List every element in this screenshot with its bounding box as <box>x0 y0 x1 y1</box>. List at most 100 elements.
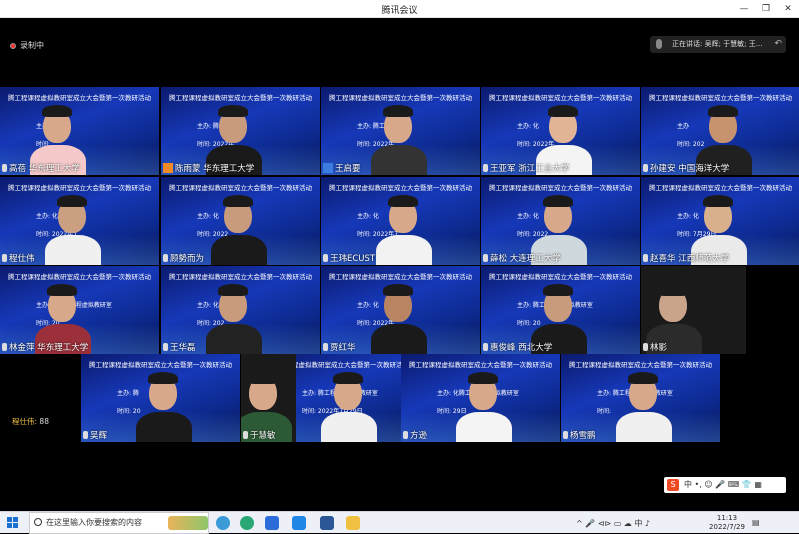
participant-name: 贾红华 <box>323 341 356 353</box>
maximize-button[interactable]: ❐ <box>755 0 777 18</box>
video-tile[interactable]: 腾工程课程虚拟教研室成立大会暨第一次教研活动主办: 腾工程课程虚拟教研室时间: … <box>481 266 640 354</box>
participant-name-text: 惠俊峰 西北大学 <box>490 343 553 353</box>
tile-sub1: 主办: 腾 <box>117 390 139 397</box>
tile-sub2: 时间: <box>597 408 612 415</box>
recording-label: 录制中 <box>20 41 44 50</box>
participant-name-text: 赵喜华 江西师范大学 <box>650 254 730 264</box>
tile-sub1: 主办: 化 <box>517 213 539 220</box>
tile-sub1: 主办: 化 <box>36 213 58 220</box>
video-tile[interactable]: 腾工程课程虚拟教研室成立大会暨第一次教研活动主办: 时间:高蓓 华东理工大学 <box>0 87 159 175</box>
wechat-icon[interactable] <box>240 516 254 530</box>
microphone-icon <box>483 254 488 262</box>
windows-start-icon[interactable] <box>7 517 19 529</box>
participant-name: 高蓓 华东理工大学 <box>2 162 80 174</box>
tile-banner: 腾工程课程虚拟教研室成立大会暨第一次教研活动 <box>489 94 632 102</box>
recording-indicator[interactable]: 录制中 <box>10 40 44 51</box>
video-tile[interactable]: 腾工程课程虚拟教研室成立大会暨第一次教研活动 主办: 化时间: 7月29日 赵喜华 … <box>641 177 799 265</box>
notification-icon[interactable]: ▤ <box>752 518 760 527</box>
edge-browser-icon[interactable] <box>216 516 230 530</box>
video-tile[interactable]: 腾工程课程虚拟教研室成立大会暨第一次教研活动 主办: 腾工程 时间: 2022年 王启… <box>321 87 480 175</box>
participant-name-text: 林金萍 华东理工大学 <box>9 343 89 353</box>
minimize-button[interactable]: — <box>733 0 755 18</box>
search-icon <box>34 518 42 526</box>
microphone-icon <box>243 431 248 439</box>
video-tile[interactable]: 腾工程课程虚拟教研室成立大会暨第一次教研活动主办: 腾工程课程虚拟教研室时间:杨… <box>561 354 720 442</box>
avatar-icon <box>163 163 173 173</box>
video-tile[interactable]: 腾工程课程虚拟教研室成立大会暨第一次教研活动 主办: 化时间: 2022 薛松 大连… <box>481 177 640 265</box>
tile-banner: 腾工程课程虚拟教研室成立大会暨第一次教研活动 <box>489 273 632 281</box>
side-label-count: 88 <box>39 417 49 426</box>
tile-sub2: 时间: 20 <box>117 408 141 415</box>
microphone-icon <box>2 164 7 172</box>
video-tile[interactable]: 腾工程课程虚拟教研室成立大会暨第一次教研活动 主办: 化时间: 2022 顾勢而为 <box>161 177 320 265</box>
participant-name-text: 陈雨蒙 华东理工大学 <box>175 164 255 174</box>
participant-name: 于慧敏 <box>243 429 276 441</box>
tile-banner: 腾工程课程虚拟教研室成立大会暨第一次教研活动 <box>649 94 792 102</box>
tile-sub1: 主办: 化 <box>197 213 219 220</box>
microphone-icon <box>656 39 662 49</box>
tile-sub1: 主办: 化 <box>357 213 379 220</box>
tile-banner: 腾工程课程虚拟教研室成立大会暨第一次教研活动 <box>409 361 552 369</box>
video-tile[interactable]: 于慧敏 <box>241 354 296 442</box>
tile-sub2: 时间: 29日 <box>437 408 467 415</box>
window-title: 腾讯会议 <box>381 6 418 16</box>
tile-banner: 腾工程课程虚拟教研室成立大会暨第一次教研活动 <box>89 361 232 369</box>
collapse-arrow-icon[interactable]: ↶ <box>774 36 782 53</box>
video-tile[interactable]: 腾工程课程虚拟教研室成立大会暨第一次教研活动 主办: 化时间: 2022年 王亚军 … <box>481 87 640 175</box>
participant-name-text: 杨雪鹏 <box>570 431 596 441</box>
word-icon[interactable] <box>320 516 334 530</box>
participant-name: 吴辉 <box>83 429 107 441</box>
tile-banner: 腾工程课程虚拟教研室成立大会暨第一次教研活动 <box>169 273 312 281</box>
browser-icon[interactable] <box>265 516 279 530</box>
microphone-icon <box>643 254 648 262</box>
clock-date: 2022/7/29 <box>709 523 745 531</box>
video-tile[interactable]: 腾工程课程虚拟教研室成立大会暨第一次教研活动 主办: 化时间: 202 王华磊 <box>161 266 320 354</box>
taskbar-clock[interactable]: 11:13 2022/7/29 <box>708 514 746 532</box>
participant-name: 薛松 大连理工大学 <box>483 252 561 264</box>
participant-name-text: 于慧敏 <box>250 431 276 441</box>
video-tile[interactable]: 腾工程课程虚拟教研室成立大会暨第一次教研活动 主办: 化时间: 2022年 贾红华 <box>321 266 480 354</box>
tile-banner: 腾工程课程虚拟教研室成立大会暨第一次教研活动 <box>489 184 632 192</box>
tile-banner: 腾工程课程虚拟教研室成立大会暨第一次教研活动 <box>649 184 792 192</box>
file-explorer-icon[interactable] <box>346 516 360 530</box>
tile-banner: 腾工程课程虚拟教研室成立大会暨第一次教研活动 <box>8 273 151 281</box>
close-button[interactable]: ✕ <box>777 0 799 18</box>
ime-toolbar[interactable]: S 中 •, ☺ 🎤 ⌨ 👕 ▦ <box>664 477 786 493</box>
tencent-meeting-icon[interactable] <box>292 516 306 530</box>
participant-name-text: 薛松 大连理工大学 <box>490 254 561 264</box>
speaking-indicator[interactable]: 正在讲话: 吴辉; 于慧敏; 王... ↶ <box>650 36 786 53</box>
video-tile[interactable]: 腾工程课程虚拟教研室成立大会暨第一次教研活动主办: 腾时间: 20 吴辉 <box>81 354 240 442</box>
participant-name: 林金萍 华东理工大学 <box>2 341 88 353</box>
tile-sub1: 主办: 化 <box>517 123 539 130</box>
video-tile[interactable]: 腾工程课程虚拟教研室成立大会暨第一次教研活动主办: 化腾工程课程虚拟教研室时间:… <box>401 354 560 442</box>
participant-name: 陈雨蒙 华东理工大学 <box>163 162 254 174</box>
participant-name: 孙建安 中国海洋大学 <box>643 162 729 174</box>
participant-name: 王亚军 浙江工业大学 <box>483 162 569 174</box>
participant-name: 赵喜华 江西师范大学 <box>643 252 729 264</box>
participant-name: 程仕伟 <box>2 252 35 264</box>
search-placeholder: 在这里输入你要搜索的内容 <box>46 518 142 527</box>
participant-name: 王华磊 <box>163 341 196 353</box>
microphone-icon <box>323 254 328 262</box>
participant-name-text: 贾红华 <box>330 343 356 353</box>
participant-name-text: 林影 <box>650 343 668 353</box>
microphone-icon <box>323 343 328 351</box>
video-tile[interactable]: 腾工程课程虚拟教研室成立大会暨第一次教研活动主办: 腾工程课程虚拟教研室时间: … <box>0 266 159 354</box>
participant-name-text: 高蓓 华东理工大学 <box>9 164 80 174</box>
participant-name: 王玮ECUST <box>323 252 375 264</box>
microphone-icon <box>483 343 488 351</box>
video-tile[interactable]: 林影 <box>641 266 746 354</box>
video-tile[interactable]: 腾工程课程虚拟教研室成立大会暨第一次教研活动 主办: 化时间: 2022年7 王玮E… <box>321 177 480 265</box>
participant-name: 顾勢而为 <box>163 252 204 264</box>
video-tile[interactable]: 腾工程课程虚拟教研室成立大会暨第一次教研活动 主办 时间: 202 孙建安 中国海洋大… <box>641 87 799 175</box>
video-tile[interactable]: 腾工程课程虚拟教研室成立大会暨第一次教研活动 主办: 化时间: 2022年7 程仕伟 <box>0 177 159 265</box>
tile-banner: 腾工程课程虚拟教研室成立大会暨第一次教研活动 <box>329 94 472 102</box>
clock-time: 11:13 <box>716 514 738 522</box>
tile-banner: 腾工程课程虚拟教研室成立大会暨第一次教研活动 <box>169 184 312 192</box>
ime-tools[interactable]: 中 •, ☺ 🎤 ⌨ 👕 ▦ <box>684 480 762 489</box>
search-highlight-icon <box>168 516 208 530</box>
microphone-icon <box>563 431 568 439</box>
video-tile[interactable]: 腾工程课程虚拟教研室成立大会暨第一次教研活动 主办: 腾工 时间: 2022年 陈雨蒙… <box>161 87 320 175</box>
microphone-icon <box>163 254 168 262</box>
system-tray[interactable]: ^ 🎤 ⊲⊳ ▭ ☁ 中 ♪ <box>576 518 650 529</box>
